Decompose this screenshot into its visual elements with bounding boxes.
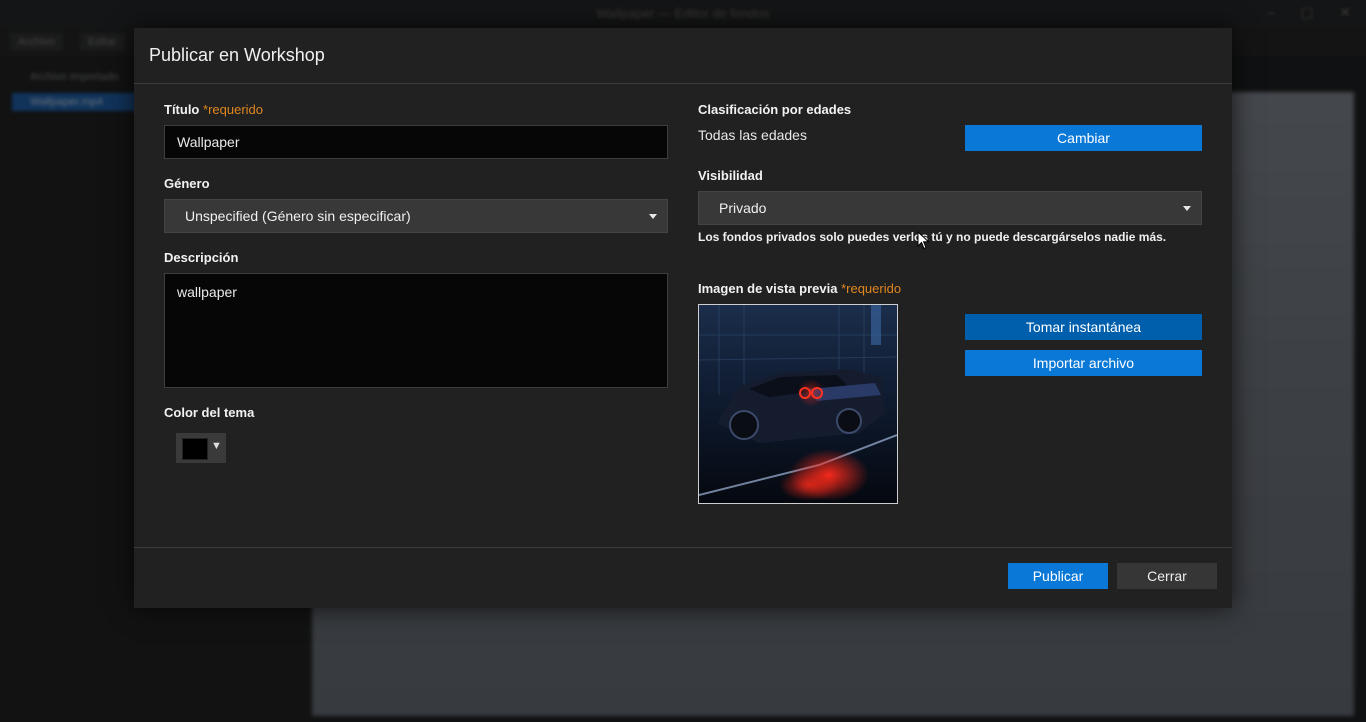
mouse-cursor-icon: [917, 231, 930, 250]
dialog-header: Publicar en Workshop: [134, 28, 1232, 84]
description-label: Descripción: [164, 250, 239, 265]
publish-button[interactable]: Publicar: [1008, 563, 1108, 589]
footer-divider: [134, 547, 1232, 548]
visibility-select-value: Privado: [719, 200, 767, 216]
genre-select-value: Unspecified (Género sin especificar): [185, 208, 411, 224]
preview-label-text: Imagen de vista previa: [698, 281, 838, 296]
chevron-down-icon: [1183, 206, 1191, 211]
chevron-down-icon: [649, 214, 657, 219]
visibility-label: Visibilidad: [698, 168, 763, 183]
description-textarea[interactable]: wallpaper: [164, 273, 668, 388]
theme-color-picker[interactable]: ▼: [176, 433, 226, 463]
dialog-title: Publicar en Workshop: [149, 45, 325, 65]
title-required-mark: *requerido: [203, 102, 264, 117]
change-age-rating-button[interactable]: Cambiar: [965, 125, 1202, 151]
preview-image: [698, 304, 898, 504]
caret-down-icon: ▼: [211, 440, 222, 452]
title-label-text: Título: [164, 102, 200, 117]
preview-label: Imagen de vista previa *requerido: [698, 281, 901, 296]
publish-workshop-dialog: Publicar en Workshop Título *requerido W…: [134, 28, 1232, 608]
title-label: Título *requerido: [164, 102, 263, 117]
age-rating-label: Clasificación por edades: [698, 102, 852, 117]
close-button[interactable]: Cerrar: [1117, 563, 1217, 589]
color-swatch: [182, 438, 208, 460]
visibility-hint: Los fondos privados solo puedes verlos t…: [698, 230, 1167, 244]
age-rating-value: Todas las edades: [698, 127, 807, 143]
preview-required-mark: *requerido: [841, 281, 902, 296]
preview-car-image: [699, 305, 897, 503]
visibility-select[interactable]: Privado: [698, 191, 1202, 225]
import-file-button[interactable]: Importar archivo: [965, 350, 1202, 376]
genre-label: Género: [164, 176, 210, 191]
title-input[interactable]: Wallpaper: [164, 125, 668, 159]
take-snapshot-button[interactable]: Tomar instantánea: [965, 314, 1202, 340]
genre-select[interactable]: Unspecified (Género sin especificar): [164, 199, 668, 233]
theme-color-label: Color del tema: [164, 405, 255, 420]
